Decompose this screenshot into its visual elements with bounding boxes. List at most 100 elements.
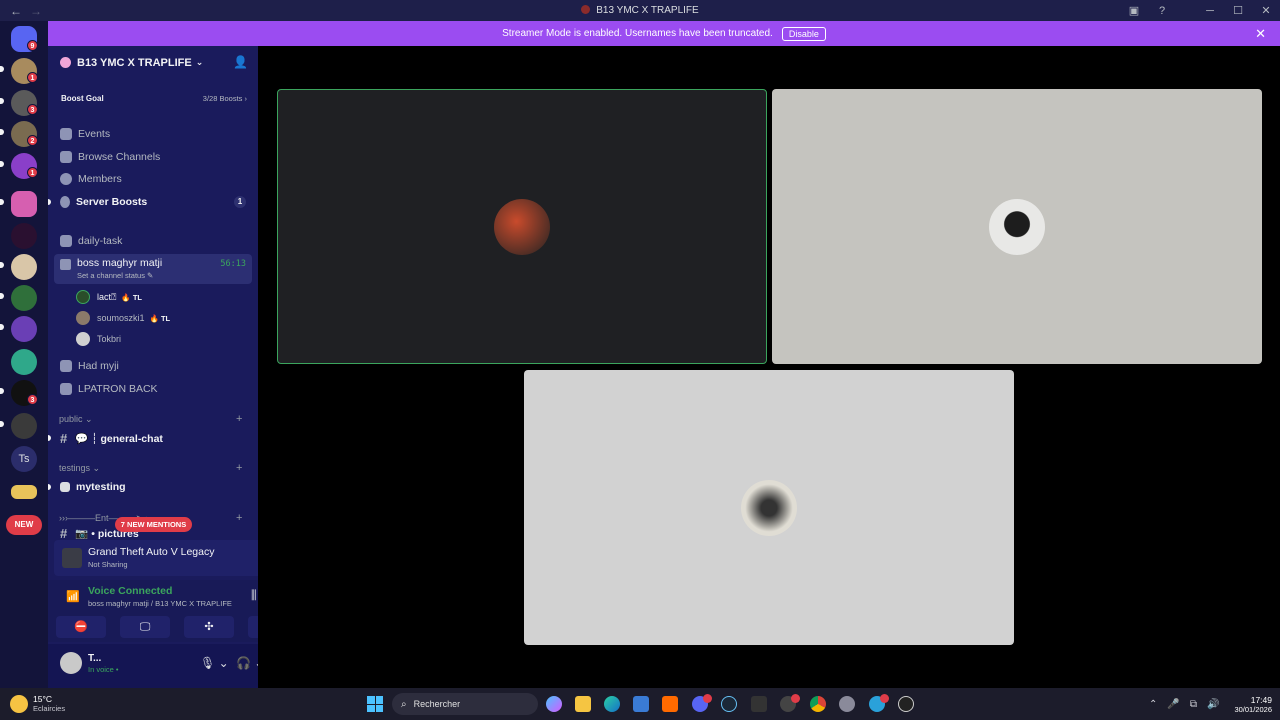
close-banner-icon[interactable]: ✕ xyxy=(1255,26,1266,42)
maximize-button[interactable]: ☐ xyxy=(1224,4,1252,17)
server-icon[interactable] xyxy=(11,285,37,311)
category-testings[interactable]: testings ⌄ + xyxy=(59,462,242,474)
chevron-down-icon: ⌄ xyxy=(195,57,204,67)
microphone-icon[interactable]: 🎙 ⌄ xyxy=(200,656,229,670)
channel-daily-label: daily-task xyxy=(78,235,123,247)
unread-indicator xyxy=(0,66,4,72)
unread-indicator xyxy=(48,435,51,441)
checkbox-icon xyxy=(60,482,70,492)
channel-general-chat[interactable]: # 💬 ┆ general-chat xyxy=(60,428,250,448)
logitech-icon[interactable] xyxy=(898,696,914,712)
boost-goal-bar[interactable]: Boost Goal 3/28 Boosts › xyxy=(56,88,252,108)
chrome-icon[interactable] xyxy=(810,696,826,712)
channel-had-myji[interactable]: Had myji xyxy=(60,356,250,376)
category-public[interactable]: public ⌄ + xyxy=(59,413,242,425)
members-icon xyxy=(60,173,72,185)
server-icon[interactable] xyxy=(11,485,37,499)
server-icon xyxy=(581,5,591,14)
channel-lpatron-back[interactable]: LPATRON BACK xyxy=(60,379,250,399)
voice-member[interactable]: Tokbri xyxy=(76,330,121,348)
user-name[interactable]: T... xyxy=(88,653,101,664)
set-channel-status[interactable]: Set a channel status ✎ xyxy=(77,271,153,280)
forum-icon xyxy=(60,235,72,247)
server-icon[interactable] xyxy=(11,191,37,217)
camera-off-button[interactable]: ⛔ xyxy=(56,616,106,638)
invite-icon[interactable]: 👤 xyxy=(233,55,248,69)
clock[interactable]: 17:49 30/01/2026 xyxy=(1234,695,1272,714)
title-bar: ← → B13 YMC X TRAPLIFE ▣ ? ─ ☐ ✕ xyxy=(0,0,1280,21)
participant-tile[interactable] xyxy=(772,89,1262,364)
server-icon[interactable] xyxy=(11,254,37,280)
voice-connected-title[interactable]: Voice Connected xyxy=(88,585,172,597)
minimize-button[interactable]: ─ xyxy=(1196,5,1224,17)
help-icon[interactable]: ? xyxy=(1148,5,1176,17)
weather-sun-icon xyxy=(10,694,28,713)
participant-tile-speaking[interactable] xyxy=(277,89,767,364)
server-name: B13 YMC X TRAPLIFE xyxy=(77,56,192,69)
new-mentions-button[interactable]: 7 NEW MENTIONS xyxy=(115,517,192,532)
activities-button[interactable]: ✣ xyxy=(184,616,234,638)
volume-icon[interactable]: 🔊 xyxy=(1207,699,1219,710)
signal-icon[interactable]: 📶 xyxy=(66,590,80,603)
tray-expand-icon[interactable]: ⌃ xyxy=(1149,699,1157,710)
noise-suppression-icon[interactable]: ⫼ xyxy=(251,588,257,603)
store-icon[interactable] xyxy=(633,696,649,712)
server-icon[interactable] xyxy=(11,413,37,439)
add-channel-icon[interactable]: + xyxy=(236,512,242,524)
close-window-button[interactable]: ✕ xyxy=(1252,4,1280,17)
display-icon[interactable]: ⧉ xyxy=(1190,699,1197,710)
forward-icon[interactable]: → xyxy=(30,4,42,18)
server-badge-icon xyxy=(60,57,71,68)
screen-share-button[interactable]: 🖵 xyxy=(120,616,170,638)
speaker-icon xyxy=(60,259,71,270)
disable-streamer-button[interactable]: Disable xyxy=(781,26,826,41)
server-icon-ts[interactable]: Ts xyxy=(11,446,37,472)
participant-avatar xyxy=(989,199,1045,255)
app-icon[interactable] xyxy=(662,696,678,712)
steam-icon[interactable] xyxy=(721,696,737,712)
voice-channel-active[interactable]: boss maghyr matji Set a channel status ✎… xyxy=(54,254,252,284)
participant-tile[interactable] xyxy=(524,370,1014,645)
unread-indicator xyxy=(0,161,4,167)
voice-channel-name: boss maghyr matji xyxy=(77,257,163,269)
new-mentions-rail-button[interactable]: NEW xyxy=(6,515,42,535)
category-public-label: public ⌄ xyxy=(59,414,93,424)
add-channel-icon[interactable]: + xyxy=(236,462,242,474)
channel-lpatron-label: LPATRON BACK xyxy=(78,383,158,395)
nav-browse-channels[interactable]: Browse Channels xyxy=(60,147,250,167)
file-explorer-icon[interactable] xyxy=(575,696,591,712)
avatar[interactable] xyxy=(60,652,82,674)
server-icon[interactable] xyxy=(11,316,37,342)
channel-daily-task[interactable]: daily-task xyxy=(60,231,250,251)
add-channel-icon[interactable]: + xyxy=(236,413,242,425)
edge-icon[interactable] xyxy=(604,696,620,712)
speaker-icon xyxy=(60,360,72,372)
channel-had-label: Had myji xyxy=(78,360,119,372)
voice-member[interactable]: soumoszki1 🔥 TL xyxy=(76,309,170,327)
server-header[interactable]: B13 YMC X TRAPLIFE ⌄ 👤 xyxy=(48,46,258,79)
unread-indicator xyxy=(0,129,4,135)
game-launcher-icon[interactable] xyxy=(751,696,767,712)
settings-app-icon[interactable] xyxy=(839,696,855,712)
user-status: In voice • xyxy=(88,665,119,674)
channel-mytesting[interactable]: mytesting xyxy=(60,477,250,497)
unread-indicator xyxy=(0,293,4,299)
server-icon[interactable] xyxy=(11,223,37,249)
nav-events[interactable]: Events xyxy=(60,124,250,144)
weather-widget[interactable]: 15°C Eclaircies xyxy=(10,694,65,713)
nav-members[interactable]: Members xyxy=(60,169,250,189)
copilot-icon[interactable] xyxy=(546,696,562,712)
nav-server-boosts[interactable]: Server Boosts 1 xyxy=(60,192,250,212)
server-icon[interactable] xyxy=(11,349,37,375)
game-name: Grand Theft Auto V Legacy xyxy=(88,546,215,558)
unread-indicator xyxy=(0,324,4,330)
back-icon[interactable]: ← xyxy=(10,4,22,18)
voice-connected-location[interactable]: boss maghyr matji / B13 YMC X TRAPLIFE xyxy=(88,599,232,608)
member-name: soumoszki1 xyxy=(97,313,145,323)
microphone-tray-icon[interactable]: 🎤 xyxy=(1167,699,1179,710)
taskbar-search[interactable]: ⌕ Rechercher xyxy=(392,693,538,715)
notification-badge xyxy=(880,694,889,703)
windows-start-icon[interactable] xyxy=(367,696,383,712)
voice-member[interactable]: lact⍰ 🔥 TL xyxy=(76,288,142,306)
inbox-icon[interactable]: ▣ xyxy=(1120,4,1148,17)
